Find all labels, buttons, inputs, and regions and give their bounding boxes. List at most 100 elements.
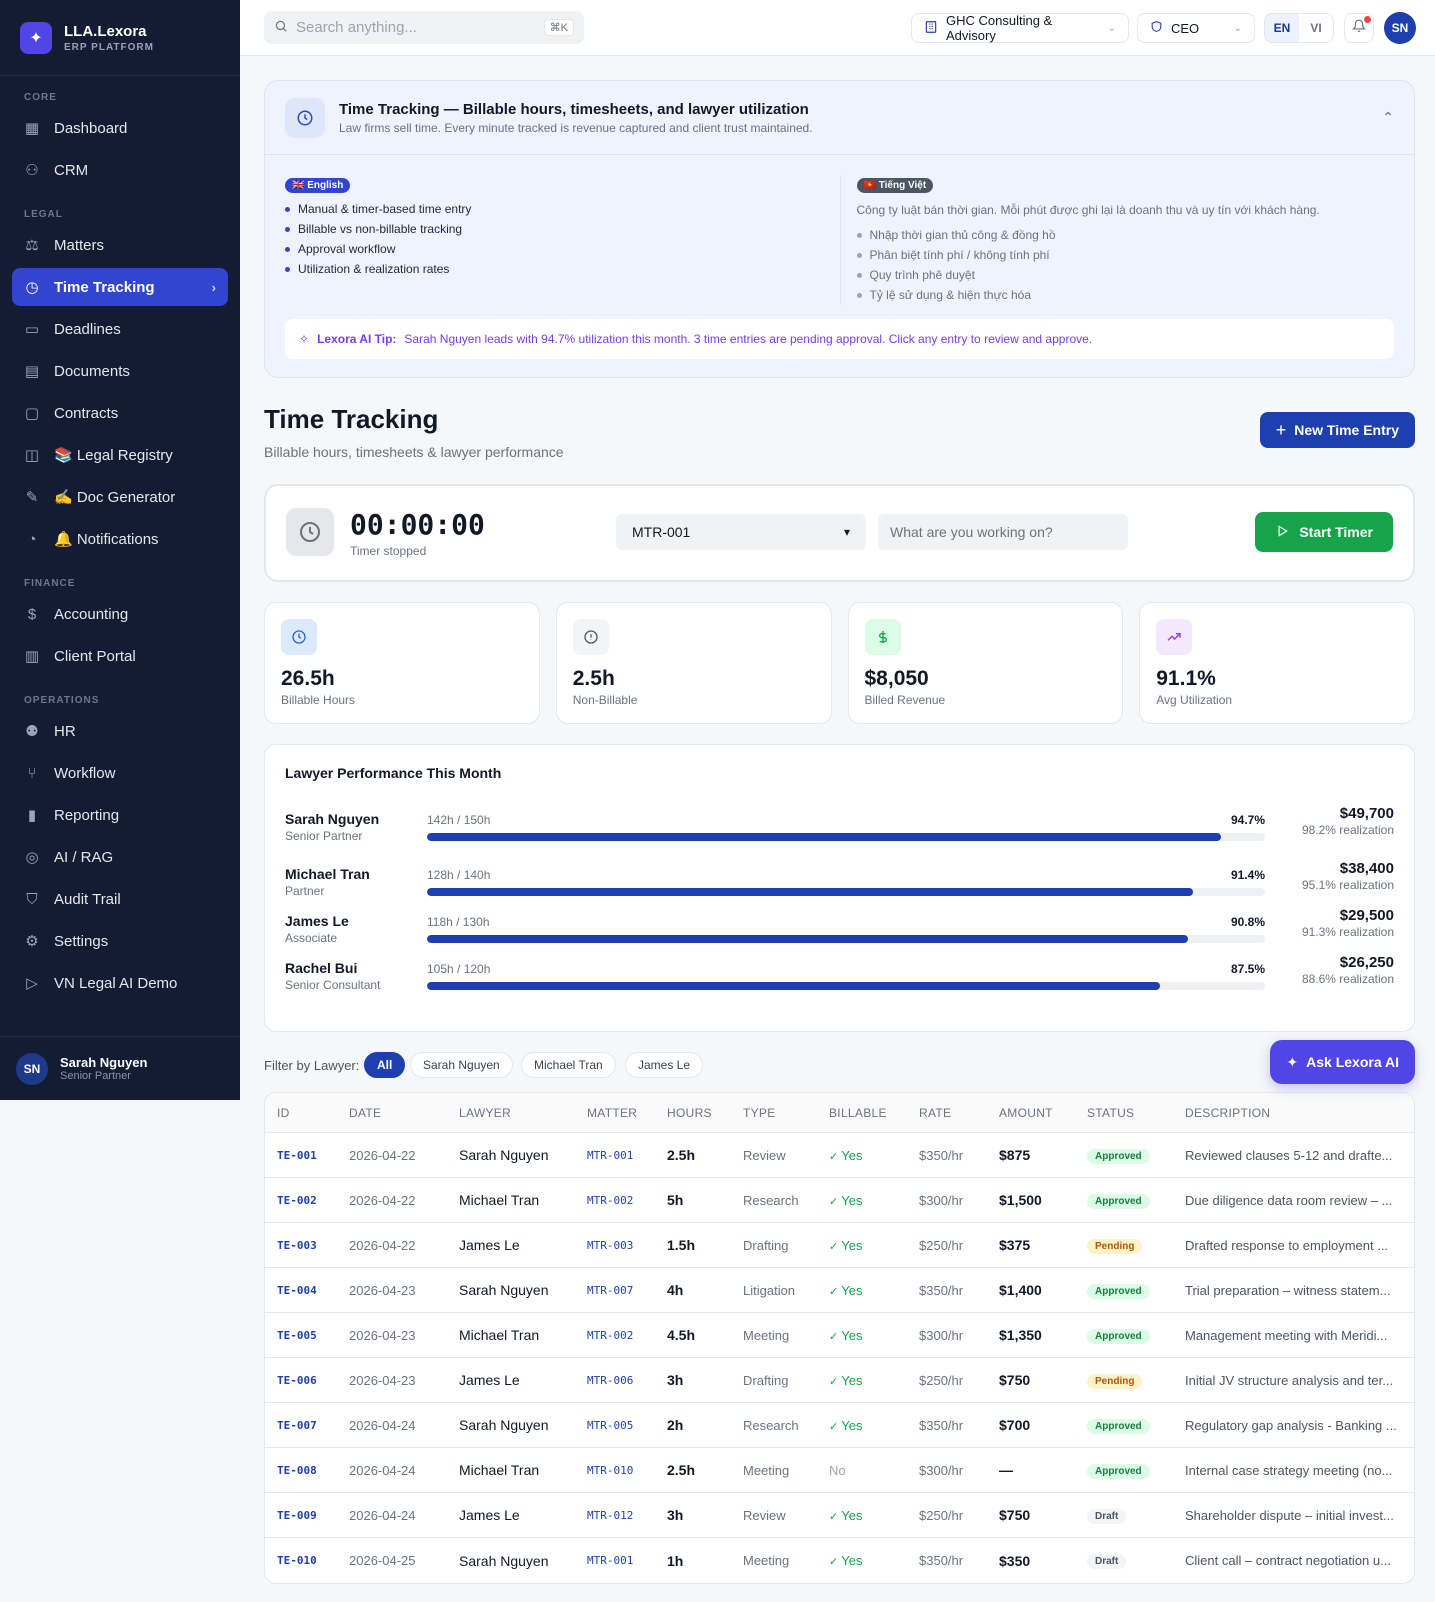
sidebar-item-workflow[interactable]: ⑂ Workflow <box>12 754 228 792</box>
rate-cell: $300/hr <box>919 1192 964 1208</box>
id-cell[interactable]: TE-009 <box>265 1509 337 1522</box>
matter-cell[interactable]: MTR-010 <box>575 1464 655 1477</box>
matter-cell[interactable]: MTR-007 <box>575 1284 655 1297</box>
lang-vi-button[interactable]: VI <box>1299 14 1333 42</box>
start-timer-button[interactable]: Start Timer <box>1255 512 1393 552</box>
info-english-column: 🇬🇧 English Manual & timer-based time ent… <box>285 175 840 305</box>
ask-lexora-ai-button[interactable]: ✦ Ask Lexora AI <box>1270 1040 1415 1084</box>
table-row[interactable]: TE-010 2026-04-25 Sarah Nguyen MTR-001 1h Mee… <box>265 1538 1414 1583</box>
desc-cell: Regulatory gap analysis - Banking ... <box>1185 1417 1397 1433</box>
sidebar-item-deadlines[interactable]: ▭ Deadlines <box>12 310 228 348</box>
filter-chip-all[interactable]: All <box>364 1052 406 1078</box>
stat-value: 26.5h <box>281 667 335 690</box>
id-cell[interactable]: TE-005 <box>265 1329 337 1342</box>
matter-cell[interactable]: MTR-005 <box>575 1419 655 1432</box>
table-row[interactable]: TE-004 2026-04-23 Sarah Nguyen MTR-007 4h Lit… <box>265 1268 1414 1313</box>
table-row[interactable]: TE-001 2026-04-22 Sarah Nguyen MTR-001 2.5h R… <box>265 1133 1414 1178</box>
table-row[interactable]: TE-002 2026-04-22 Michael Tran MTR-002 5h Res… <box>265 1178 1414 1223</box>
chevron-up-icon[interactable]: ⌃ <box>1382 109 1394 126</box>
sidebar-item-matters[interactable]: ⚖ Matters <box>12 226 228 264</box>
table-row[interactable]: TE-007 2026-04-24 Sarah Nguyen MTR-005 2h Res… <box>265 1403 1414 1448</box>
role-selector[interactable]: CEO ⌄ <box>1137 13 1255 43</box>
id-cell[interactable]: TE-001 <box>265 1149 337 1162</box>
sidebar-item-time-tracking[interactable]: ◷ Time Tracking › <box>12 268 228 306</box>
id-cell[interactable]: TE-002 <box>265 1194 337 1207</box>
type-cell: Meeting <box>743 1462 790 1478</box>
rate-cell: $350/hr <box>919 1553 964 1568</box>
id-cell[interactable]: TE-004 <box>265 1284 337 1297</box>
stat-value: 2.5h <box>572 667 615 690</box>
sidebar-item-legal-registry[interactable]: ◫ 📚 Legal Registry <box>12 436 228 474</box>
topbar: Search anything... ⌘K GHC Consulting & A… <box>240 0 1435 56</box>
lawyer-performance-row[interactable]: Rachel Bui Senior Consultant 105h / 120h 87… <box>285 954 1394 1010</box>
date-cell: 2026-04-22 <box>349 1192 416 1208</box>
matter-cell[interactable]: MTR-001 <box>575 1149 655 1162</box>
column-header: HOURS <box>667 1105 712 1120</box>
sidebar-item-audit-trail[interactable]: ⛉ Audit Trail <box>12 880 228 918</box>
sidebar-user[interactable]: SN Sarah Nguyen Senior Partner <box>0 1036 240 1100</box>
column-header: BILLABLE <box>829 1105 887 1120</box>
status-cell: Approved <box>1075 1417 1173 1434</box>
lawyer-performance-card: Lawyer Performance This Month Sarah Nguy… <box>264 744 1415 1032</box>
billable-cell: ✓ Yes <box>817 1148 907 1163</box>
date-cell: 2026-04-23 <box>349 1372 416 1388</box>
matter-select[interactable]: MTR-001 ▾ <box>616 514 866 550</box>
sidebar-item-notifications[interactable]: ◔ 🔔 Notifications <box>12 520 228 558</box>
lawyer-performance-row[interactable]: Michael Tran Partner 128h / 140h 91.4% $38,4… <box>285 860 1394 916</box>
sidebar-item-client-portal[interactable]: ▥ Client Portal <box>12 637 228 675</box>
table-row[interactable]: TE-005 2026-04-23 Michael Tran MTR-002 4.5h M… <box>265 1313 1414 1358</box>
sidebar-item-dashboard[interactable]: ▦ Dashboard <box>12 109 228 147</box>
sidebar-item-hr[interactable]: ⚉ HR <box>12 712 228 750</box>
filter-chip-michael-tran[interactable]: Michael Tran <box>521 1052 616 1078</box>
lawyer-cell: James Le <box>459 1507 520 1523</box>
sidebar-item-doc-generator[interactable]: ✎ ✍️ Doc Generator <box>12 478 228 516</box>
sidebar-item-documents[interactable]: ▤ Documents <box>12 352 228 390</box>
status-cell: Approved <box>1075 1282 1173 1299</box>
info-panel-header[interactable]: Time Tracking — Billable hours, timeshee… <box>265 81 1414 155</box>
sidebar-item-accounting[interactable]: $ Accounting <box>12 595 228 633</box>
page-subtitle: Billable hours, timesheets & lawyer perf… <box>264 444 564 460</box>
user-avatar-button[interactable]: SN <box>1384 12 1416 44</box>
notifications-button[interactable] <box>1344 13 1374 43</box>
task-description-input[interactable]: What are you working on? <box>878 514 1128 550</box>
lawyer-cell: Michael Tran <box>459 1462 540 1478</box>
filter-chip-sarah-nguyen[interactable]: Sarah Nguyen <box>410 1052 513 1078</box>
lawyer-revenue: $26,250 88.6% realization <box>1284 954 1394 987</box>
sidebar-item-label: Accounting <box>54 605 129 623</box>
search-input[interactable]: Search anything... ⌘K <box>264 11 584 44</box>
table-row[interactable]: TE-008 2026-04-24 Michael Tran MTR-010 2.5h M… <box>265 1448 1414 1493</box>
sidebar-item-ai-rag[interactable]: ◎ AI / RAG <box>12 838 228 876</box>
matter-cell[interactable]: MTR-012 <box>575 1509 655 1522</box>
sidebar-item-reporting[interactable]: ▮ Reporting <box>12 796 228 834</box>
id-cell[interactable]: TE-006 <box>265 1374 337 1387</box>
id-cell[interactable]: TE-003 <box>265 1239 337 1252</box>
matter-cell[interactable]: MTR-006 <box>575 1374 655 1387</box>
id-cell[interactable]: TE-010 <box>265 1554 337 1567</box>
id-cell[interactable]: TE-007 <box>265 1419 337 1432</box>
table-row[interactable]: TE-009 2026-04-24 James Le MTR-012 3h Review ✓… <box>265 1493 1414 1538</box>
sidebar-item-settings[interactable]: ⚙ Settings <box>12 922 228 960</box>
matter-cell[interactable]: MTR-002 <box>575 1194 655 1207</box>
sidebar-item-crm[interactable]: ⚇ CRM <box>12 151 228 189</box>
lawyer-performance-row[interactable]: Sarah Nguyen Senior Partner 142h / 150h 94.… <box>285 805 1394 861</box>
filter-chip-james-le[interactable]: James Le <box>625 1052 704 1078</box>
new-time-entry-button[interactable]: + New Time Entry <box>1259 412 1415 448</box>
table-row[interactable]: TE-003 2026-04-22 James Le MTR-003 1.5h Draft… <box>265 1223 1414 1268</box>
column-header: ID <box>277 1105 290 1120</box>
sidebar-item-vn-legal-ai-demo[interactable]: ▷ VN Legal AI Demo <box>12 964 228 1002</box>
id-cell[interactable]: TE-008 <box>265 1464 337 1477</box>
matter-cell[interactable]: MTR-003 <box>575 1239 655 1252</box>
brand[interactable]: ✦ LLA.Lexora ERP PLATFORM <box>0 0 240 76</box>
matter-cell[interactable]: MTR-002 <box>575 1329 655 1342</box>
sidebar-item-contracts[interactable]: ▢ Contracts <box>12 394 228 432</box>
table-row[interactable]: TE-006 2026-04-23 James Le MTR-006 3h Draftin… <box>265 1358 1414 1403</box>
column-header: RATE <box>919 1105 952 1120</box>
company-selector[interactable]: GHC Consulting & Advisory ⌄ <box>911 13 1129 43</box>
billable-value: Yes <box>841 1327 863 1343</box>
amount-cell: $700 <box>999 1417 1031 1433</box>
lawyer-performance-row[interactable]: James Le Associate 118h / 130h 90.8% $29,500… <box>285 907 1394 963</box>
lang-en-button[interactable]: EN <box>1265 14 1299 42</box>
sidebar-item-label: Audit Trail <box>54 890 121 908</box>
chevron-down-icon: ⌄ <box>1107 22 1116 34</box>
matter-cell[interactable]: MTR-001 <box>575 1554 655 1567</box>
